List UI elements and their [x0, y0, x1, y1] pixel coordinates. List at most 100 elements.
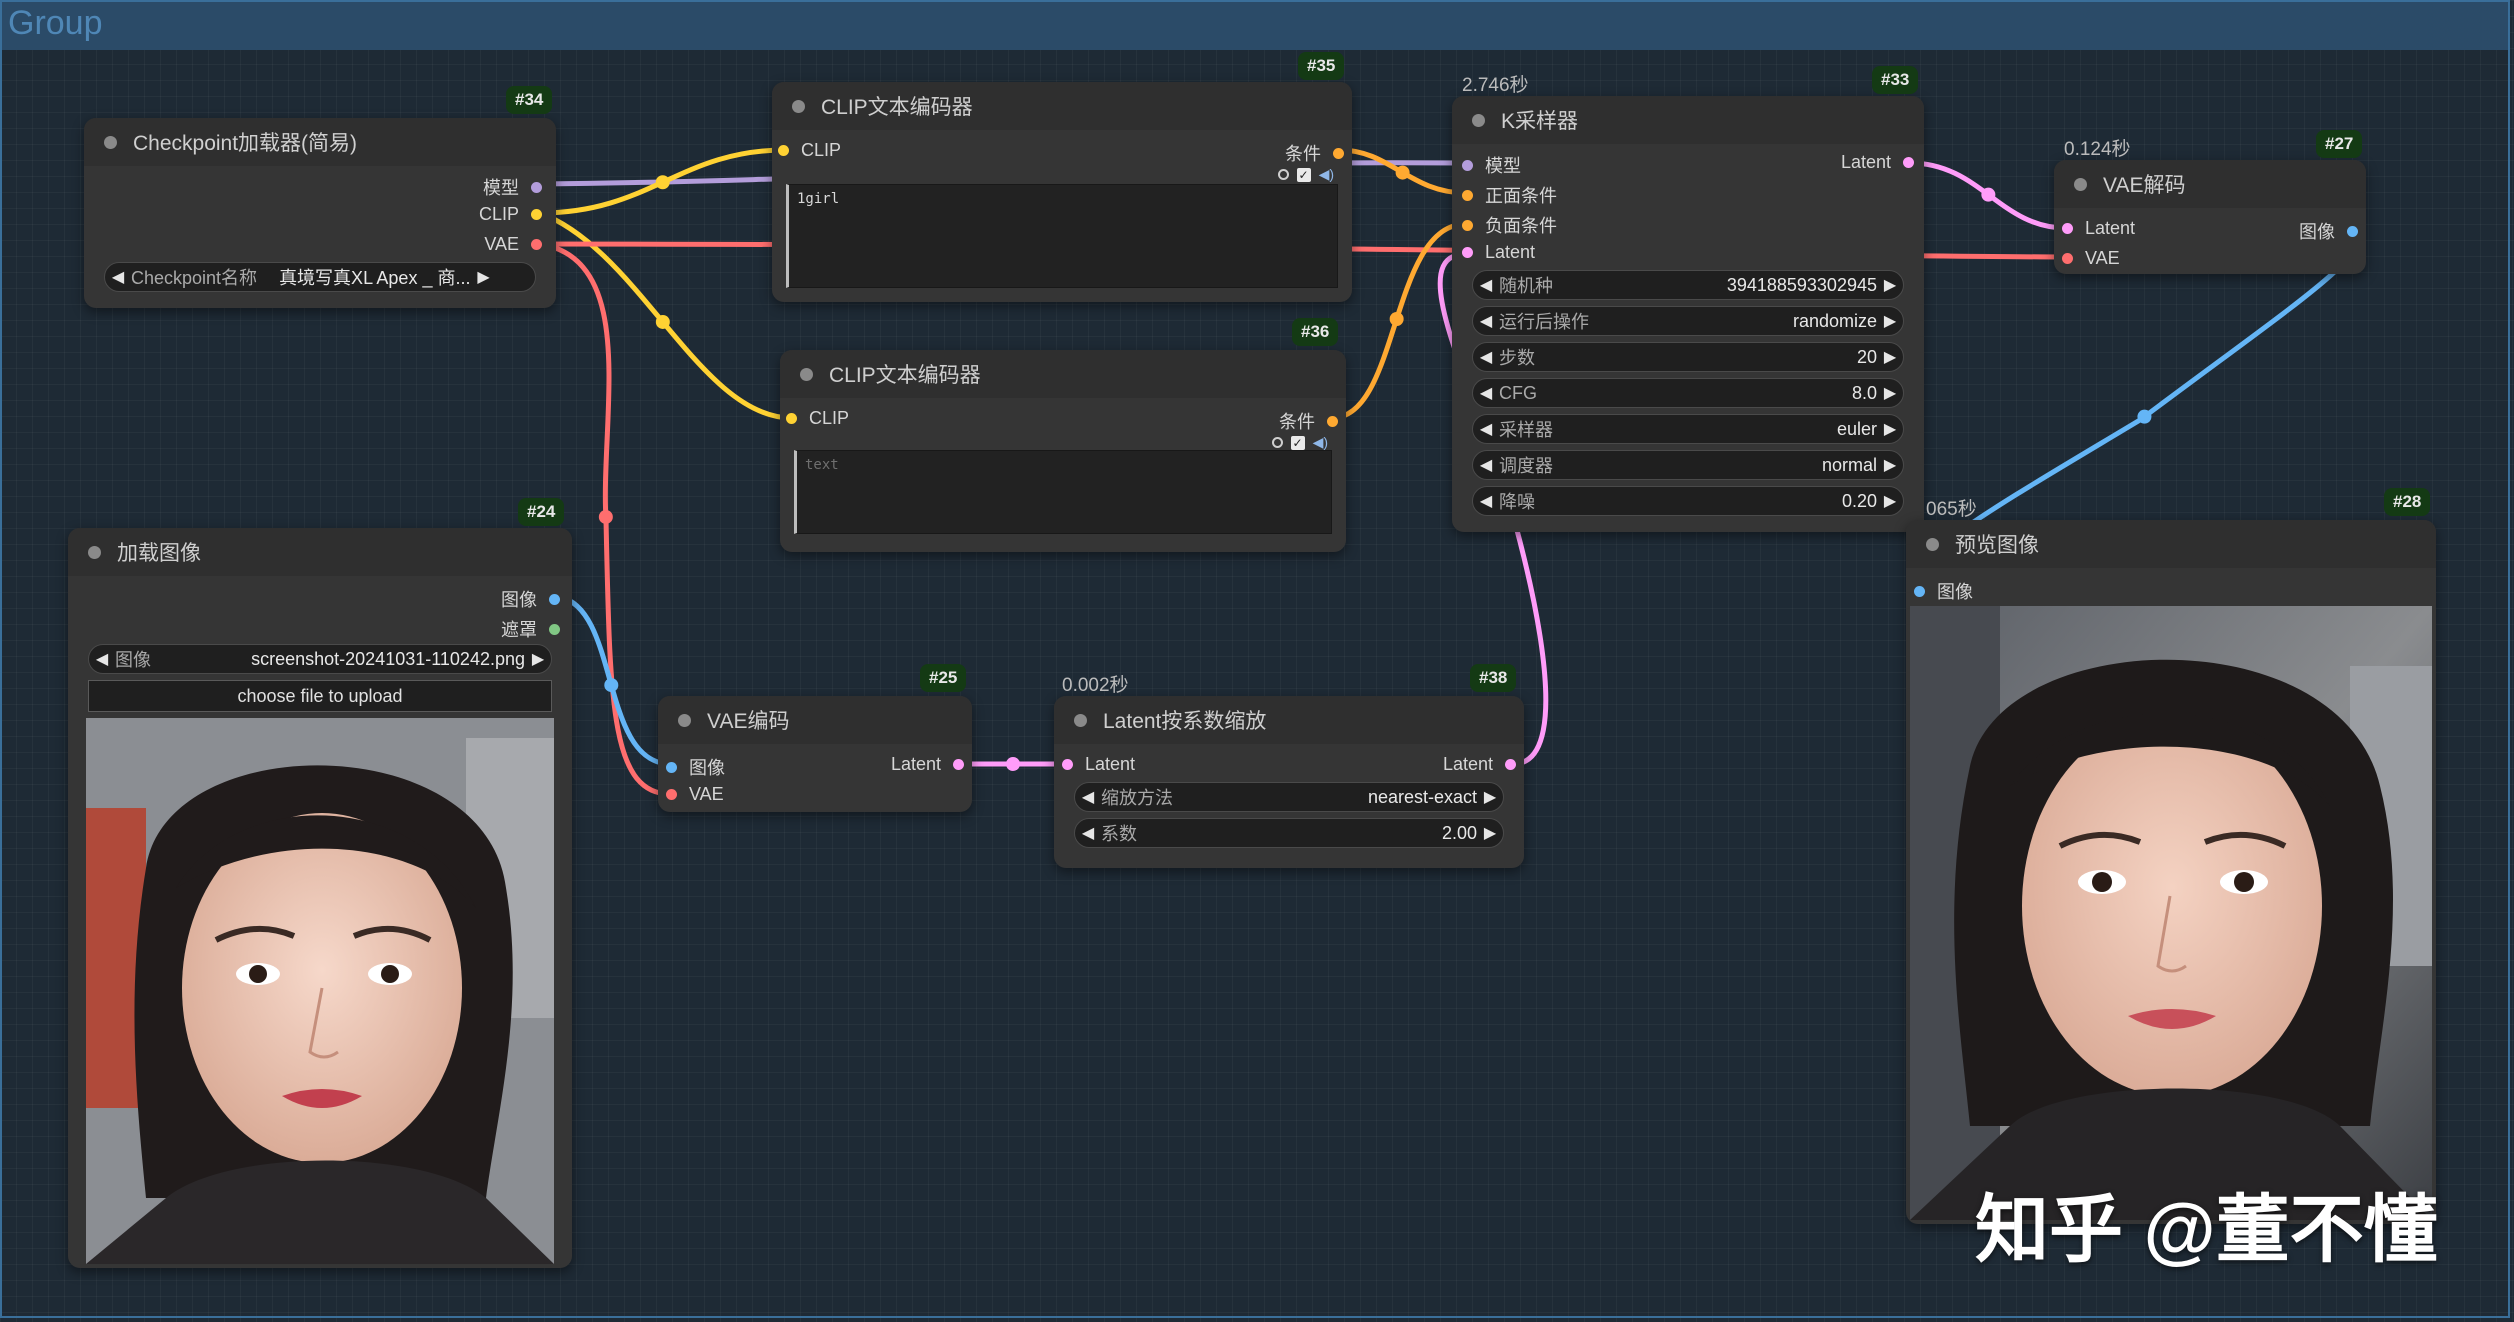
collapse-dot-icon[interactable] — [1472, 113, 1485, 127]
arrow-left-icon[interactable]: ◀ — [1075, 787, 1101, 807]
arrow-left-icon[interactable]: ◀ — [1473, 275, 1499, 295]
node-title: VAE编码 — [707, 710, 790, 733]
collapse-dot-icon[interactable] — [2074, 177, 2087, 191]
output-slot-clip[interactable]: CLIP — [479, 204, 542, 225]
arrow-left-icon[interactable]: ◀ — [89, 649, 115, 669]
prompt-textarea[interactable]: 1girl — [786, 184, 1338, 288]
collapse-dot-icon[interactable] — [792, 99, 805, 113]
preview-image[interactable] — [1910, 606, 2432, 1220]
arrow-right-icon[interactable]: ▶ — [1877, 311, 1903, 331]
arrow-right-icon[interactable]: ▶ — [1477, 823, 1503, 843]
arrow-right-icon[interactable]: ▶ — [1877, 347, 1903, 367]
arrow-right-icon[interactable]: ▶ — [1877, 491, 1903, 511]
input-slot-clip[interactable]: CLIP — [778, 140, 841, 161]
scale-by-widget[interactable]: ◀ 系数 2.00 ▶ — [1074, 818, 1504, 848]
checkpoint-name-combo[interactable]: ◀ Checkpoint名称 真境写真XL Apex _ 商... ▶ — [104, 262, 536, 292]
arrow-right-icon[interactable]: ▶ — [1877, 455, 1903, 475]
input-slot-negative[interactable]: 负面条件 — [1462, 212, 1557, 238]
node-title: 加载图像 — [117, 542, 201, 565]
image-file-combo[interactable]: ◀ 图像 screenshot-20241031-110242.png ▶ — [88, 644, 552, 674]
input-slot-clip[interactable]: CLIP — [786, 408, 849, 429]
collapse-dot-icon[interactable] — [88, 545, 101, 559]
input-slot-latent[interactable]: Latent — [1062, 754, 1135, 775]
output-slot-conditioning[interactable]: 条件 — [1279, 408, 1338, 434]
node-vae-encode[interactable]: VAE编码 图像 VAE Latent — [658, 696, 972, 812]
node-title-bar[interactable]: K采样器 — [1452, 96, 1924, 144]
slot-dot-icon — [1062, 759, 1073, 770]
node-latent-upscale-by[interactable]: Latent按系数缩放 Latent Latent ◀ 缩放方法 nearest-e… — [1054, 696, 1524, 868]
upload-button[interactable]: choose file to upload — [88, 680, 552, 712]
output-slot-latent[interactable]: Latent — [1841, 152, 1914, 173]
cfg-widget[interactable]: ◀ CFG 8.0 ▶ — [1472, 378, 1904, 408]
arrow-left-icon[interactable]: ◀ — [1473, 491, 1499, 511]
arrow-left-icon[interactable]: ◀ — [1075, 823, 1101, 843]
output-slot-mask[interactable]: 遮罩 — [501, 616, 560, 642]
upscale-method-widget[interactable]: ◀ 缩放方法 nearest-exact ▶ — [1074, 782, 1504, 812]
arrow-right-icon[interactable]: ▶ — [1877, 419, 1903, 439]
node-clip-text-encode-negative[interactable]: CLIP文本编码器 CLIP 条件 ✓ ◀) text — [780, 350, 1346, 552]
node-ksampler[interactable]: K采样器 模型 正面条件 负面条件 Latent Latent ◀ 随机种 3941… — [1452, 96, 1924, 532]
output-slot-model[interactable]: 模型 — [483, 174, 542, 200]
input-slot-model[interactable]: 模型 — [1462, 152, 1521, 178]
slot-dot-icon — [2062, 223, 2073, 234]
arrow-right-icon[interactable]: ▶ — [1877, 275, 1903, 295]
radio-icon[interactable] — [1271, 437, 1283, 448]
prompt-textarea[interactable]: text — [794, 450, 1332, 534]
arrow-left-icon[interactable]: ◀ — [1473, 311, 1499, 331]
node-checkpoint-loader[interactable]: Checkpoint加载器(简易) 模型 CLIP VAE ◀ Checkpoi… — [84, 118, 556, 308]
steps-widget[interactable]: ◀ 步数 20 ▶ — [1472, 342, 1904, 372]
control-after-generate-widget[interactable]: ◀ 运行后操作 randomize ▶ — [1472, 306, 1904, 336]
node-preview-image[interactable]: 预览图像 图像 — [1906, 520, 2436, 1224]
collapse-dot-icon[interactable] — [800, 367, 813, 381]
collapse-dot-icon[interactable] — [104, 135, 117, 149]
denoise-widget[interactable]: ◀ 降噪 0.20 ▶ — [1472, 486, 1904, 516]
checkbox-icon[interactable]: ✓ — [1290, 435, 1305, 450]
radio-icon[interactable] — [1277, 169, 1289, 180]
input-slot-vae[interactable]: VAE — [666, 784, 724, 805]
node-title-bar[interactable]: VAE解码 — [2054, 160, 2366, 208]
collapse-dot-icon[interactable] — [678, 713, 691, 727]
checkbox-icon[interactable]: ✓ — [1296, 167, 1311, 182]
input-slot-latent[interactable]: Latent — [2062, 218, 2135, 239]
execution-time: 0.002秒 — [1062, 675, 1129, 696]
output-slot-image[interactable]: 图像 — [2299, 218, 2358, 244]
node-title-bar[interactable]: 加载图像 — [68, 528, 572, 576]
collapse-dot-icon[interactable] — [1926, 537, 1939, 551]
node-title-bar[interactable]: CLIP文本编码器 — [780, 350, 1346, 398]
output-slot-latent[interactable]: Latent — [891, 754, 964, 775]
node-title-bar[interactable]: Latent按系数缩放 — [1054, 696, 1524, 744]
node-title-bar[interactable]: 预览图像 — [1906, 520, 2436, 568]
output-slot-vae[interactable]: VAE — [484, 234, 542, 255]
seed-widget[interactable]: ◀ 随机种 394188593302945 ▶ — [1472, 270, 1904, 300]
input-slot-image[interactable]: 图像 — [666, 754, 725, 780]
output-slot-conditioning[interactable]: 条件 — [1285, 140, 1344, 166]
input-slot-vae[interactable]: VAE — [2062, 248, 2120, 269]
arrow-right-icon[interactable]: ▶ — [470, 267, 496, 287]
scheduler-widget[interactable]: ◀ 调度器 normal ▶ — [1472, 450, 1904, 480]
input-slot-image[interactable]: 图像 — [1914, 578, 1973, 604]
node-clip-text-encode-positive[interactable]: CLIP文本编码器 CLIP 条件 ✓ ◀) 1girl — [772, 82, 1352, 302]
output-slot-latent[interactable]: Latent — [1443, 754, 1516, 775]
execution-time: 2.746秒 — [1462, 75, 1529, 96]
speaker-icon[interactable]: ◀) — [1319, 166, 1334, 183]
arrow-right-icon[interactable]: ▶ — [1477, 787, 1503, 807]
node-title-bar[interactable]: Checkpoint加载器(简易) — [84, 118, 556, 166]
node-load-image[interactable]: 加载图像 图像 遮罩 ◀ 图像 screenshot-20241031-1102… — [68, 528, 572, 1268]
node-vae-decode[interactable]: VAE解码 Latent VAE 图像 — [2054, 160, 2366, 274]
arrow-left-icon[interactable]: ◀ — [1473, 455, 1499, 475]
arrow-left-icon[interactable]: ◀ — [1473, 383, 1499, 403]
node-title-bar[interactable]: VAE编码 — [658, 696, 972, 744]
sampler-widget[interactable]: ◀ 采样器 euler ▶ — [1472, 414, 1904, 444]
node-title-bar[interactable]: CLIP文本编码器 — [772, 82, 1352, 130]
arrow-left-icon[interactable]: ◀ — [1473, 347, 1499, 367]
speaker-icon[interactable]: ◀) — [1313, 434, 1328, 451]
arrow-right-icon[interactable]: ▶ — [1877, 383, 1903, 403]
output-slot-image[interactable]: 图像 — [501, 586, 560, 612]
arrow-right-icon[interactable]: ▶ — [525, 649, 551, 669]
input-slot-positive[interactable]: 正面条件 — [1462, 182, 1557, 208]
arrow-left-icon[interactable]: ◀ — [105, 267, 131, 287]
collapse-dot-icon[interactable] — [1074, 713, 1087, 727]
group-title-bar[interactable] — [2, 2, 2508, 50]
arrow-left-icon[interactable]: ◀ — [1473, 419, 1499, 439]
input-slot-latent[interactable]: Latent — [1462, 242, 1535, 263]
